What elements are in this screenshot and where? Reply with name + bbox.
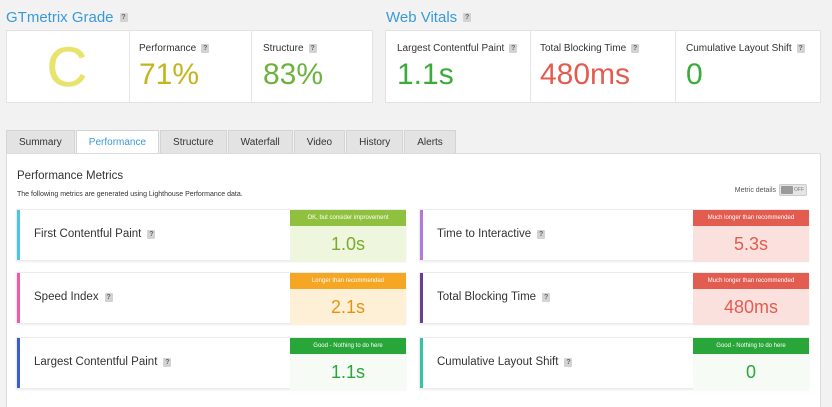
gtmetrix-grade-heading: GTmetrix Grade xyxy=(6,9,114,26)
help-icon[interactable]: ? xyxy=(564,357,573,367)
tab-alerts[interactable]: Alerts xyxy=(404,130,456,154)
metric-value-box: OK, but consider improvement 1.0s xyxy=(290,210,406,262)
panel-description: The following metrics are generated usin… xyxy=(17,191,243,198)
grade-letter: C xyxy=(46,35,88,98)
metric-value-box: Good - Nothing to do here 1.1s xyxy=(290,338,406,390)
metric-label: Speed Index? xyxy=(34,291,113,303)
metric-value: 1.1s xyxy=(290,354,406,390)
help-icon[interactable]: ? xyxy=(147,229,156,239)
metric-details-toggle-wrap: Metric details OFF xyxy=(735,184,807,196)
metric-value: 0 xyxy=(693,354,809,390)
performance-label-text: Performance xyxy=(139,43,197,54)
help-icon[interactable]: ? xyxy=(201,44,210,53)
metric-label: Largest Contentful Paint? xyxy=(34,356,172,368)
tbt-label-text: Total Blocking Time xyxy=(540,43,627,54)
tab-history[interactable]: History xyxy=(346,130,404,154)
metric-status: Much longer than recommended xyxy=(693,273,809,289)
metric-label-text: Time to Interactive xyxy=(437,228,532,240)
lcp-label-text: Largest Contentful Paint xyxy=(397,43,505,54)
help-icon[interactable]: ? xyxy=(104,292,113,302)
toggle-knob xyxy=(781,186,793,194)
metric-status: Much longer than recommended xyxy=(693,210,809,226)
metric-accent-bar xyxy=(420,338,423,388)
metric-value-box: Good - Nothing to do here 0 xyxy=(693,338,809,390)
cls-label-text: Cumulative Layout Shift xyxy=(686,43,792,54)
metric-value: 480ms xyxy=(693,289,809,325)
tbt-label: Total Blocking Time ? xyxy=(540,43,640,54)
metric-card-tbt: Total Blocking Time? Much longer than re… xyxy=(419,272,809,325)
help-icon[interactable]: ? xyxy=(119,13,128,22)
structure-label-text: Structure xyxy=(263,43,304,54)
metric-value: 5.3s xyxy=(693,226,809,262)
structure-label: Structure ? xyxy=(263,43,317,54)
metric-value: 2.1s xyxy=(290,289,406,325)
metric-card-speed-index: Speed Index? Longer than recommended 2.1… xyxy=(16,272,406,325)
help-icon[interactable]: ? xyxy=(631,44,640,53)
metric-value-box: Much longer than recommended 480ms xyxy=(693,273,809,325)
help-icon[interactable]: ? xyxy=(542,292,551,302)
performance-label: Performance ? xyxy=(139,43,210,54)
gtmetrix-grade-title: GTmetrix Grade ? xyxy=(6,9,128,26)
grade-card: C Performance ? 71% Structure ? 83% xyxy=(6,30,373,103)
tbt-value: 480ms xyxy=(540,58,631,91)
tab-bar: Summary Performance Structure Waterfall … xyxy=(6,130,457,154)
metric-label-text: Total Blocking Time xyxy=(437,291,537,303)
lcp-value: 1.1s xyxy=(397,58,454,91)
lcp-label: Largest Contentful Paint ? xyxy=(397,43,518,54)
metric-label-text: Cumulative Layout Shift xyxy=(437,356,559,368)
performance-value: 71% xyxy=(139,58,200,91)
metric-card-lcp: Largest Contentful Paint? Good - Nothing… xyxy=(16,337,406,390)
metric-accent-bar xyxy=(17,210,20,260)
tab-waterfall[interactable]: Waterfall xyxy=(227,130,293,154)
metric-label: Time to Interactive? xyxy=(437,228,546,240)
tab-video[interactable]: Video xyxy=(293,130,346,154)
metric-details-label: Metric details xyxy=(734,186,776,194)
tab-summary[interactable]: Summary xyxy=(6,130,75,154)
cls-cell: Cumulative Layout Shift ? 0 xyxy=(675,31,821,102)
metric-status: Good - Nothing to do here xyxy=(290,338,406,354)
metric-label: Cumulative Layout Shift? xyxy=(437,356,573,368)
metric-status: Good - Nothing to do here xyxy=(693,338,809,354)
help-icon[interactable]: ? xyxy=(537,229,546,239)
metric-label: Total Blocking Time? xyxy=(437,291,551,303)
performance-panel: Performance Metrics The following metric… xyxy=(6,153,821,407)
metric-card-tti: Time to Interactive? Much longer than re… xyxy=(419,209,809,262)
metric-value-box: Longer than recommended 2.1s xyxy=(290,273,406,325)
metric-accent-bar xyxy=(17,338,20,388)
toggle-state: OFF xyxy=(794,187,804,193)
metric-accent-bar xyxy=(17,273,20,323)
metric-label-text: Speed Index xyxy=(34,291,99,303)
metric-label: First Contentful Paint? xyxy=(34,228,156,240)
help-icon[interactable]: ? xyxy=(463,13,472,22)
tab-structure[interactable]: Structure xyxy=(160,130,227,154)
metric-status: OK, but consider improvement xyxy=(290,210,406,226)
metric-accent-bar xyxy=(420,210,423,260)
help-icon[interactable]: ? xyxy=(509,44,518,53)
lcp-cell: Largest Contentful Paint ? 1.1s xyxy=(386,31,530,102)
help-icon[interactable]: ? xyxy=(796,44,805,53)
metric-accent-bar xyxy=(420,273,423,323)
web-vitals-heading: Web Vitals xyxy=(386,9,458,26)
structure-value: 83% xyxy=(263,58,324,91)
web-vitals-title: Web Vitals ? xyxy=(386,9,472,26)
metric-value: 1.0s xyxy=(290,226,406,262)
metric-card-cls: Cumulative Layout Shift? Good - Nothing … xyxy=(419,337,809,390)
help-icon[interactable]: ? xyxy=(163,357,172,367)
tbt-cell: Total Blocking Time ? 480ms xyxy=(530,31,675,102)
tab-performance[interactable]: Performance xyxy=(75,130,160,154)
metric-value-box: Much longer than recommended 5.3s xyxy=(693,210,809,262)
metric-card-fcp: First Contentful Paint? OK, but consider… xyxy=(16,209,406,262)
metric-status: Longer than recommended xyxy=(290,273,406,289)
metric-label-text: First Contentful Paint xyxy=(34,228,142,240)
metric-label-text: Largest Contentful Paint xyxy=(34,356,158,368)
panel-title: Performance Metrics xyxy=(17,170,124,182)
web-vitals-card: Largest Contentful Paint ? 1.1s Total Bl… xyxy=(385,30,821,103)
cls-value: 0 xyxy=(686,58,703,91)
help-icon[interactable]: ? xyxy=(308,44,317,53)
performance-cell: Performance ? 71% xyxy=(129,31,251,102)
structure-cell: Structure ? 83% xyxy=(251,31,373,102)
metric-details-toggle[interactable]: OFF xyxy=(779,184,807,196)
cls-label: Cumulative Layout Shift ? xyxy=(686,43,805,54)
